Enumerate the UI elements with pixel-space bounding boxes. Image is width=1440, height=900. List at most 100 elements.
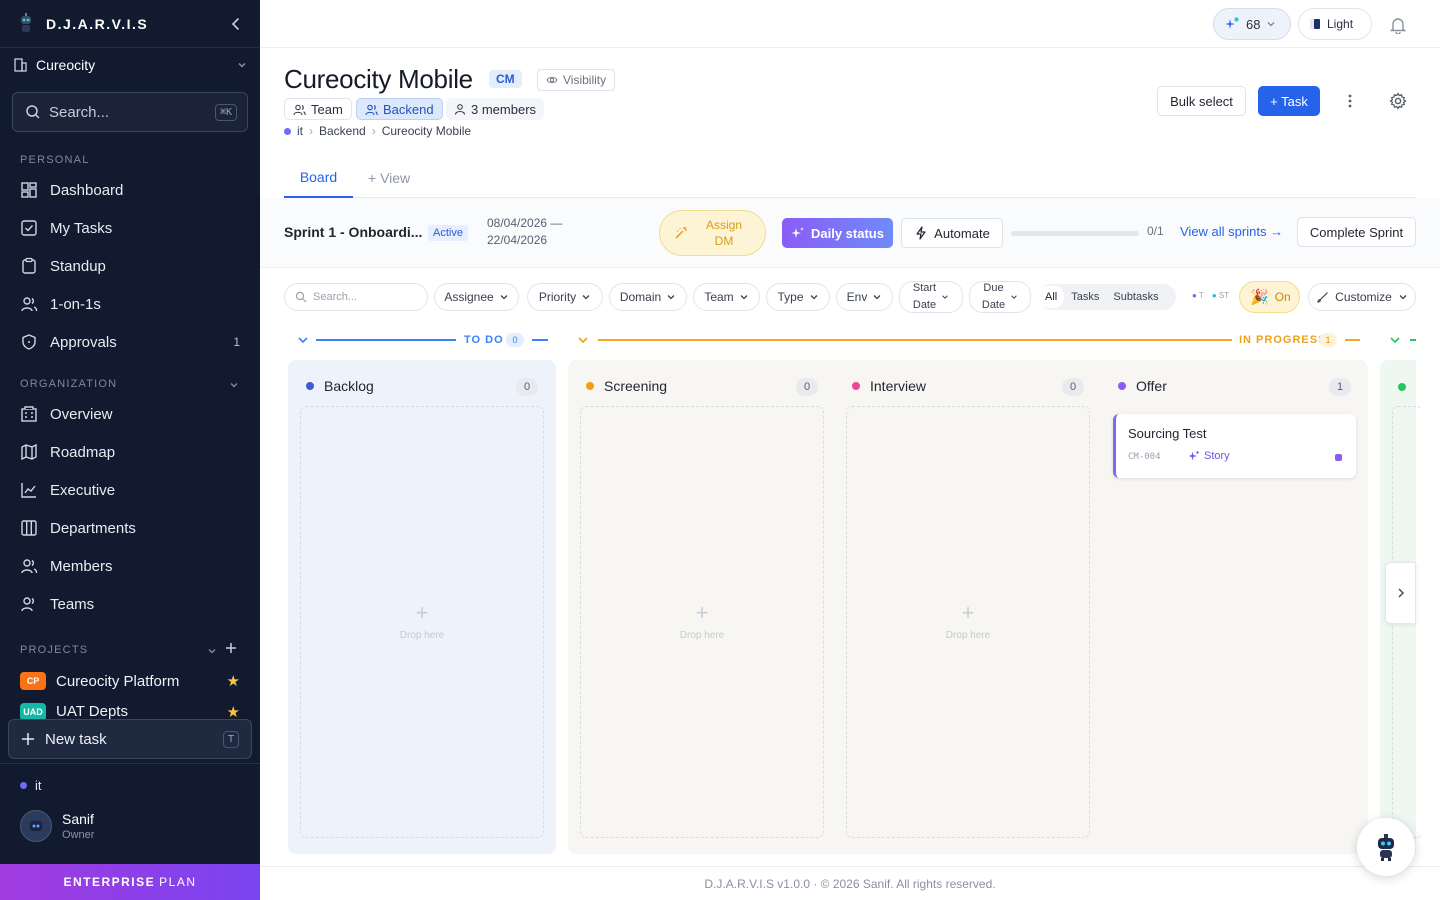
nav-label: Teams — [50, 595, 95, 613]
view-all-sprints-link[interactable]: View all sprints → — [1180, 224, 1283, 239]
brand[interactable]: D.J.A.R.V.I.S — [16, 12, 148, 36]
nav-teams[interactable]: Teams — [12, 587, 248, 621]
filter-priority[interactable]: Priority — [527, 283, 603, 311]
visibility-button[interactable]: Visibility — [537, 69, 616, 91]
filter-start-date[interactable]: Start Date — [899, 281, 963, 313]
star-icon[interactable]: ★ — [227, 703, 240, 720]
members-chip[interactable]: 3 members — [446, 98, 545, 120]
project-item[interactable]: CP Cureocity Platform ★ — [20, 670, 240, 692]
nav-executive[interactable]: Executive — [12, 473, 248, 507]
segment-tasks[interactable]: Tasks — [1064, 291, 1106, 303]
sprint-name[interactable]: Sprint 1 - Onboardi... — [284, 224, 422, 240]
chip-label: Team — [311, 101, 343, 117]
nav-standup[interactable]: Standup — [12, 249, 248, 283]
nav-roadmap[interactable]: Roadmap — [12, 435, 248, 469]
new-task-button[interactable]: New task T — [8, 719, 252, 759]
map-icon — [21, 443, 37, 461]
column-header: Backlog — [306, 378, 374, 394]
filter-team[interactable]: Team — [693, 283, 760, 311]
segment-all[interactable]: All — [1038, 286, 1065, 308]
filter-domain[interactable]: Domain — [609, 283, 687, 311]
gear-icon[interactable] — [1389, 92, 1407, 110]
more-options-icon[interactable] — [1340, 93, 1360, 109]
org-selector[interactable]: Cureocity — [12, 54, 248, 76]
filter-type[interactable]: Type — [766, 283, 830, 311]
team-chip[interactable]: Team — [284, 98, 352, 120]
add-task-button[interactable]: + Task — [1258, 86, 1320, 116]
nav-label: Departments — [50, 519, 136, 537]
user-profile[interactable]: Sanif Owner — [20, 810, 94, 842]
filter-label: Priority — [538, 290, 577, 304]
chevron-down-icon[interactable] — [1389, 335, 1401, 345]
nav-label: Dashboard — [50, 181, 124, 199]
nav-my-tasks[interactable]: My Tasks — [12, 211, 248, 245]
plus-icon[interactable] — [225, 642, 237, 654]
nav-departments[interactable]: Departments — [12, 511, 248, 545]
drop-zone[interactable]: + Drop here — [300, 406, 544, 838]
assistant-bot-button[interactable] — [1357, 818, 1415, 876]
bulk-select-button[interactable]: Bulk select — [1157, 86, 1246, 116]
users-icon — [365, 104, 378, 115]
sidebar-search[interactable]: ⌘K — [12, 92, 248, 132]
star-icon[interactable]: ★ — [227, 672, 240, 690]
chevron-down-icon[interactable] — [577, 335, 589, 345]
plan-banner[interactable]: ENTERPRISE PLAN — [0, 864, 260, 900]
project-item[interactable]: UAD UAT Depts ★ — [20, 702, 240, 720]
segment-subtasks[interactable]: Subtasks — [1106, 291, 1165, 303]
avatar — [20, 810, 52, 842]
column-count: 1 — [1329, 378, 1351, 396]
drop-zone[interactable]: + Drop here — [580, 406, 824, 838]
divider — [0, 763, 260, 764]
assign-dm-line1: Assign — [705, 218, 743, 232]
plus-icon: + — [961, 599, 975, 625]
nav-members[interactable]: Members — [12, 549, 248, 583]
chevron-left-icon[interactable] — [228, 16, 244, 32]
nav-label: Standup — [50, 257, 106, 275]
nav-dashboard[interactable]: Dashboard — [12, 173, 248, 207]
drop-label: Drop here — [679, 629, 725, 641]
filter-env[interactable]: Env — [836, 283, 893, 311]
breadcrumb-item[interactable]: it — [297, 124, 303, 138]
drop-zone[interactable]: + Drop here — [846, 406, 1090, 838]
breadcrumb-item[interactable]: Backend — [319, 124, 366, 138]
group-line — [1345, 339, 1360, 341]
assign-dm-button[interactable]: Assign DM — [659, 210, 766, 256]
workspace-indicator[interactable]: it — [20, 778, 42, 793]
shortcut-hint: ⌘K — [214, 103, 237, 121]
breadcrumb-item[interactable]: Cureocity Mobile — [382, 124, 471, 138]
board-search-input[interactable] — [313, 291, 413, 303]
complete-sprint-button[interactable]: Complete Sprint — [1297, 217, 1416, 247]
theme-toggle[interactable]: Light — [1298, 8, 1372, 40]
new-task-label: New task — [45, 730, 107, 748]
scroll-right-button[interactable] — [1385, 562, 1416, 624]
department-chip[interactable]: Backend — [356, 98, 443, 120]
nav-approvals[interactable]: Approvals 1 — [12, 325, 248, 359]
bell-icon[interactable] — [1390, 16, 1406, 34]
group-count: 0 — [506, 333, 524, 347]
chevron-down-icon — [1268, 22, 1275, 27]
nav-overview[interactable]: Overview — [12, 397, 248, 431]
chip-label: 3 members — [471, 101, 537, 117]
filter-assignee[interactable]: Assignee — [434, 283, 519, 311]
points-button[interactable]: 68 — [1213, 8, 1291, 40]
filter-due-date[interactable]: Due Date — [969, 281, 1031, 313]
group-line — [598, 339, 1232, 341]
sprint-progress-text: 0/1 — [1147, 224, 1164, 238]
customize-button[interactable]: Customize — [1308, 283, 1416, 311]
plus-icon: + — [695, 599, 709, 625]
visibility-label: Visibility — [563, 73, 607, 87]
tab-board[interactable]: Board — [284, 158, 353, 198]
board-search[interactable] — [284, 283, 428, 311]
nav-label: Members — [50, 557, 113, 575]
daily-status-button[interactable]: Daily status — [782, 218, 893, 248]
sidebar-search-input[interactable] — [49, 103, 207, 121]
automate-button[interactable]: Automate — [901, 218, 1003, 248]
nav-one-on-ones[interactable]: 1-on-1s — [12, 287, 248, 321]
chevron-down-icon[interactable] — [297, 335, 309, 345]
chevron-down-icon[interactable] — [206, 645, 218, 657]
task-card[interactable]: Sourcing Test CM-004 Story — [1113, 414, 1356, 478]
celebration-toggle[interactable]: 🎉 On — [1239, 281, 1300, 313]
tab-add-view[interactable]: + View — [368, 158, 410, 198]
group-label-todo: TO DO — [464, 334, 504, 346]
chevron-down-icon[interactable] — [228, 379, 240, 391]
